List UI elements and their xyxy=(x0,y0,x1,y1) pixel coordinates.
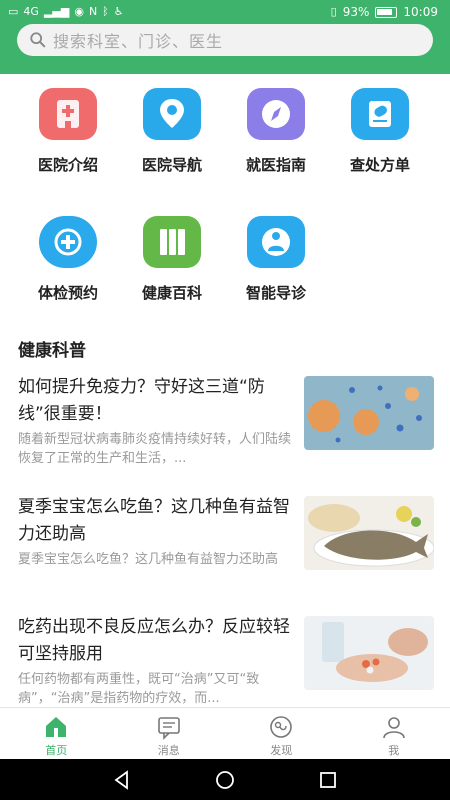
tab-home[interactable]: 首页 xyxy=(0,708,113,759)
system-navigation-bar xyxy=(0,759,450,800)
status-bar: ▭ 4G ▂▄▆ ◉ Ν ᛒ ♿ ▯ 93% 10:09 xyxy=(0,0,450,24)
search-icon xyxy=(30,32,46,48)
article-summary: 夏季宝宝怎么吃鱼？这几种鱼有益智力还助高 xyxy=(18,552,279,567)
service-hospital-intro[interactable]: 医院介绍 xyxy=(23,88,113,198)
service-label: 智能导诊 xyxy=(245,284,306,302)
tab-label: 我 xyxy=(388,744,400,757)
article-title: 如何提升免疫力？守好这三道“防线”很重要！ xyxy=(18,377,265,424)
section-title: 健康科普 xyxy=(18,341,86,361)
compass-icon xyxy=(247,88,305,140)
article-summary: 随着新型冠状病毒肺炎疫情持续好转，人们陆续恢复了正常的生产和生活，... xyxy=(18,432,292,466)
article-thumbnail xyxy=(304,496,434,570)
tab-discover[interactable]: 发现 xyxy=(225,708,338,759)
checkup-icon xyxy=(39,216,97,268)
service-hospital-navigation[interactable]: 医院导航 xyxy=(127,88,217,198)
sim-icon: ▭ xyxy=(8,5,19,18)
article-summary: 任何药物都有两重性，既可“治病”又可“致病”，“治病”是指药物的疗效，而... xyxy=(18,672,260,706)
tab-messages[interactable]: 消息 xyxy=(113,708,226,759)
service-smart-triage[interactable]: 智能导诊 xyxy=(231,216,321,326)
battery-icon xyxy=(375,6,398,18)
service-label: 健康百科 xyxy=(141,284,202,302)
tab-label: 发现 xyxy=(270,744,293,757)
article-title: 吃药出现不良反应怎么办？反应较轻可坚持服用 xyxy=(18,617,290,664)
service-label: 医院介绍 xyxy=(37,156,98,174)
tab-label: 首页 xyxy=(45,744,68,757)
clock: 10:09 xyxy=(403,5,438,19)
service-label: 查处方单 xyxy=(349,156,410,174)
article-card[interactable]: 夏季宝宝怎么吃鱼？这几种鱼有益智力还助高 夏季宝宝怎么吃鱼？这几种鱼有益智力还助… xyxy=(18,494,434,590)
home-circle-icon[interactable] xyxy=(214,769,236,791)
article-thumbnail xyxy=(304,376,434,450)
recents-icon[interactable] xyxy=(317,769,339,791)
tab-label: 消息 xyxy=(157,744,180,757)
vibrate-icon: ▯ xyxy=(330,5,337,18)
article-thumbnail xyxy=(304,616,434,690)
service-health-encyclopedia[interactable]: 健康百科 xyxy=(127,216,217,326)
discover-icon xyxy=(270,716,293,738)
smart-guide-icon xyxy=(247,216,305,268)
bottom-tab-bar: 首页 消息 发现 我 xyxy=(0,707,450,759)
location-pin-icon xyxy=(143,88,201,140)
article-title: 夏季宝宝怎么吃鱼？这几种鱼有益智力还助高 xyxy=(18,497,290,544)
app-header: ▭ 4G ▂▄▆ ◉ Ν ᛒ ♿ ▯ 93% 10:09 搜索科室、门诊、医生 xyxy=(0,0,450,74)
prescription-icon xyxy=(351,88,409,140)
home-icon xyxy=(46,717,67,737)
message-icon xyxy=(157,717,180,740)
article-card[interactable]: 吃药出现不良反应怎么办？反应较轻可坚持服用 任何药物都有两重性，既可“治病”又可… xyxy=(18,614,434,710)
tab-me[interactable]: 我 xyxy=(338,708,450,759)
service-label: 医院导航 xyxy=(141,156,202,174)
user-icon xyxy=(382,717,405,739)
network-type: 4G xyxy=(23,5,39,18)
article-card[interactable]: 如何提升免疫力？守好这三道“防线”很重要！ 随着新型冠状病毒肺炎疫情持续好转，人… xyxy=(18,374,434,470)
nfc-icon: Ν xyxy=(88,5,98,18)
wheelchair-icon: ♿ xyxy=(113,5,124,18)
signal-icon: ▂▄▆ xyxy=(43,5,70,18)
service-checkup-booking[interactable]: 体检预约 xyxy=(23,216,113,326)
search-input[interactable]: 搜索科室、门诊、医生 xyxy=(17,24,433,56)
service-medical-guide[interactable]: 就医指南 xyxy=(231,88,321,198)
search-placeholder: 搜索科室、门诊、医生 xyxy=(53,32,224,51)
service-label: 体检预约 xyxy=(37,284,98,302)
eye-icon: ◉ xyxy=(74,5,84,18)
service-prescription-lookup[interactable]: 查处方单 xyxy=(335,88,425,198)
encyclopedia-icon xyxy=(143,216,201,268)
battery-percent: 93% xyxy=(342,5,370,19)
hospital-icon xyxy=(39,88,97,140)
back-icon[interactable] xyxy=(111,769,133,791)
service-label: 就医指南 xyxy=(245,156,306,174)
bluetooth-icon: ᛒ xyxy=(102,5,109,18)
